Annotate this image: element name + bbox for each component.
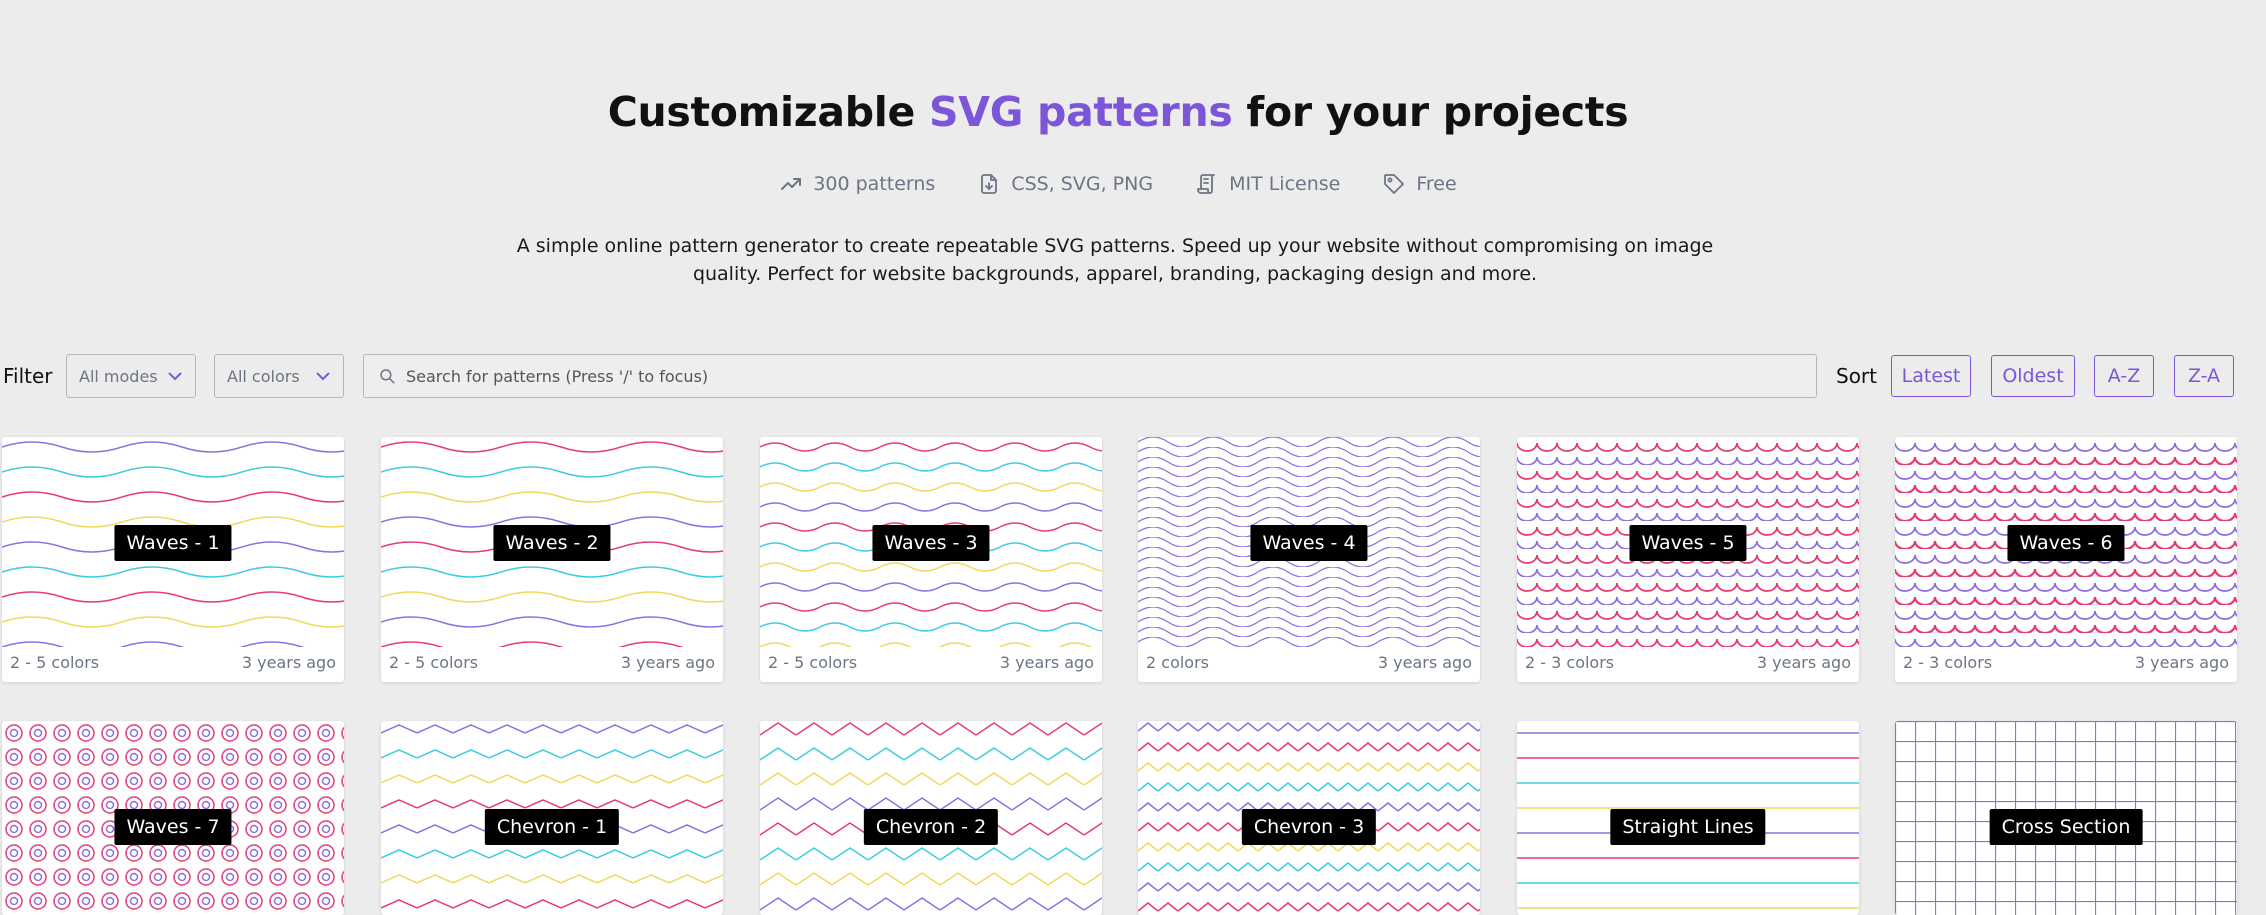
pattern-meta: 2 colors 3 years ago xyxy=(1138,653,1480,672)
chevron-down-icon xyxy=(168,372,182,381)
title-after: for your projects xyxy=(1232,88,1629,136)
pattern-card[interactable]: Waves - 2 2 - 5 colors 3 years ago xyxy=(381,437,723,682)
chevron-down-icon xyxy=(316,372,330,381)
pattern-colors: 2 - 5 colors xyxy=(768,653,858,672)
sort-label: Sort xyxy=(1836,364,1877,388)
pattern-name: Straight Lines xyxy=(1610,809,1766,845)
trending-up-icon xyxy=(781,178,802,190)
pattern-meta: 2 - 3 colors 3 years ago xyxy=(1517,653,1859,672)
page-title: Customizable SVG patterns for your proje… xyxy=(0,88,2236,136)
sort-za-button[interactable]: Z-A xyxy=(2174,355,2234,397)
pattern-card[interactable]: Waves - 1 2 - 5 colors 3 years ago xyxy=(2,437,344,682)
pattern-age: 3 years ago xyxy=(1377,653,1472,672)
mode-select[interactable]: All modes xyxy=(66,354,196,398)
pattern-colors: 2 - 3 colors xyxy=(1525,653,1615,672)
pattern-name: Waves - 5 xyxy=(1629,525,1747,561)
color-select[interactable]: All colors xyxy=(214,354,344,398)
pattern-card[interactable]: Cross Section xyxy=(1895,721,2237,915)
pattern-card[interactable]: Waves - 4 2 colors 3 years ago xyxy=(1138,437,1480,682)
stat-formats: CSS, SVG, PNG xyxy=(977,172,1153,196)
stat-label: Free xyxy=(1416,173,1457,195)
pattern-card[interactable]: Waves - 7 xyxy=(2,721,344,915)
sort-latest-button[interactable]: Latest xyxy=(1891,355,1971,397)
filter-label: Filter xyxy=(3,364,53,388)
pattern-name: Waves - 1 xyxy=(114,525,232,561)
pattern-card[interactable]: Straight Lines xyxy=(1517,721,1859,915)
pattern-name: Waves - 2 xyxy=(493,525,611,561)
pattern-meta: 2 - 5 colors 3 years ago xyxy=(760,653,1102,672)
pattern-meta: 2 - 3 colors 3 years ago xyxy=(1895,653,2237,672)
stat-patterns: 300 patterns xyxy=(779,172,935,196)
filter-bar: Filter All modes All colors Sort Latest … xyxy=(0,354,2266,398)
pattern-age: 3 years ago xyxy=(999,653,1094,672)
pattern-card[interactable]: Waves - 3 2 - 5 colors 3 years ago xyxy=(760,437,1102,682)
pattern-card[interactable]: Chevron - 1 xyxy=(381,721,723,915)
pattern-name: Waves - 6 xyxy=(2007,525,2125,561)
pattern-name: Chevron - 2 xyxy=(863,809,999,845)
pattern-card[interactable]: Waves - 6 2 - 3 colors 3 years ago xyxy=(1895,437,2237,682)
pattern-age: 3 years ago xyxy=(241,653,336,672)
pattern-name: Chevron - 3 xyxy=(1241,809,1377,845)
search-input[interactable] xyxy=(406,366,1786,386)
search-icon xyxy=(380,369,395,384)
file-download-icon xyxy=(981,174,998,194)
pattern-age: 3 years ago xyxy=(1756,653,1851,672)
stat-label: MIT License xyxy=(1229,173,1341,195)
mode-select-value: All modes xyxy=(79,366,158,386)
stat-label: CSS, SVG, PNG xyxy=(1011,173,1154,195)
pattern-name: Chevron - 1 xyxy=(484,809,620,845)
license-icon xyxy=(1197,174,1215,194)
title-before: Customizable xyxy=(607,88,930,136)
pattern-colors: 2 colors xyxy=(1146,653,1209,672)
pattern-name: Waves - 7 xyxy=(114,809,232,845)
pattern-card[interactable]: Chevron - 3 xyxy=(1138,721,1480,915)
pattern-meta: 2 - 5 colors 3 years ago xyxy=(381,653,723,672)
pattern-age: 3 years ago xyxy=(2134,653,2229,672)
search-box[interactable] xyxy=(363,354,1817,398)
pattern-name: Waves - 4 xyxy=(1250,525,1368,561)
pattern-name: Waves - 3 xyxy=(872,525,990,561)
hero: Customizable SVG patterns for your proje… xyxy=(0,88,2236,136)
stats-row: 300 patterns CSS, SVG, PNG MIT License F… xyxy=(0,172,2236,196)
hero-description: A simple online pattern generator to cre… xyxy=(516,235,1714,285)
pattern-colors: 2 - 3 colors xyxy=(1903,653,1993,672)
title-accent: SVG patterns xyxy=(929,88,1233,136)
pattern-card[interactable]: Waves - 5 2 - 3 colors 3 years ago xyxy=(1517,437,1859,682)
pattern-meta: 2 - 5 colors 3 years ago xyxy=(2,653,344,672)
color-select-value: All colors xyxy=(227,366,300,386)
pattern-age: 3 years ago xyxy=(620,653,715,672)
stat-license: MIT License xyxy=(1195,172,1340,196)
tag-icon xyxy=(1384,174,1405,194)
sort-oldest-button[interactable]: Oldest xyxy=(1991,355,2075,397)
sort-az-button[interactable]: A-Z xyxy=(2094,355,2154,397)
stat-label: 300 patterns xyxy=(813,173,936,195)
pattern-name: Cross Section xyxy=(1989,809,2143,845)
pattern-card[interactable]: Chevron - 2 xyxy=(760,721,1102,915)
stat-price: Free xyxy=(1382,172,1457,196)
pattern-colors: 2 - 5 colors xyxy=(10,653,100,672)
pattern-colors: 2 - 5 colors xyxy=(389,653,479,672)
